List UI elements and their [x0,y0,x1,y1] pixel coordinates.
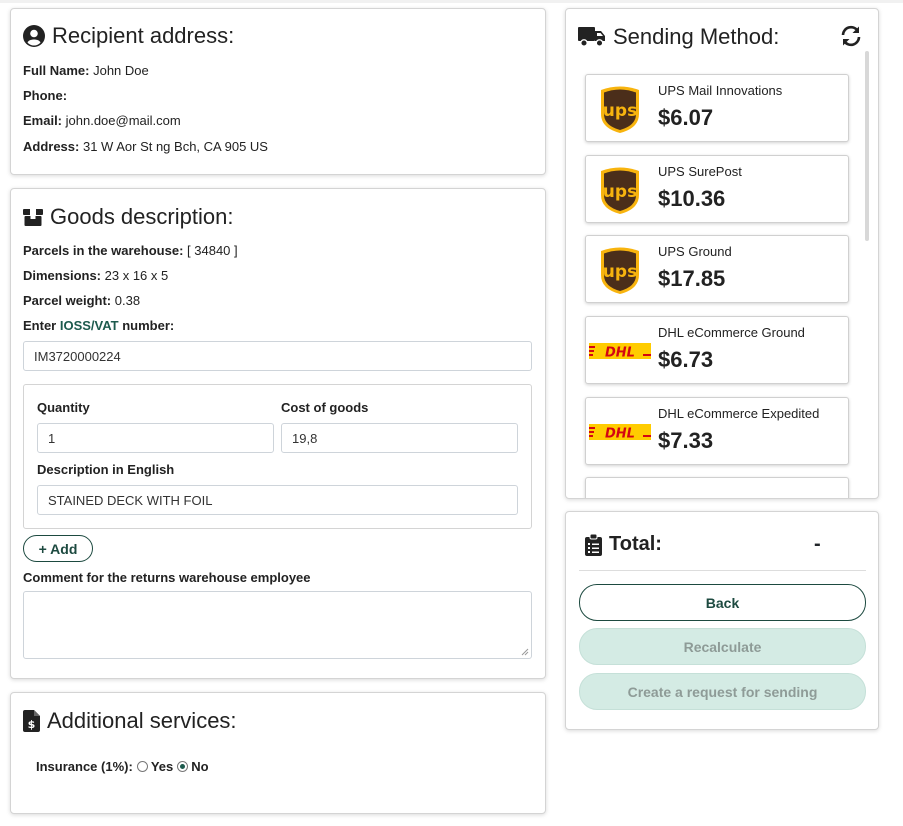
sending-method-card: Sending Method: ups UPS Mail Innovations… [565,8,879,499]
ioss-vat-input[interactable]: IM3720000224 [23,341,532,371]
shipping-option-price: $10.36 [658,186,726,211]
user-circle-icon [23,25,45,47]
shipping-option-ups-surepost[interactable]: ups UPS SurePost $10.36 [585,155,849,223]
shipping-option-ups-mail-innovations[interactable]: ups UPS Mail Innovations $6.07 [585,74,849,142]
shipping-option-name: DHL eCommerce Ground [658,325,805,340]
svg-text:ups: ups [603,101,637,121]
shipping-option-partial[interactable] [585,477,849,498]
cost-label: Cost of goods [281,400,369,415]
add-item-button[interactable]: + Add [23,535,93,562]
sending-title: Sending Method: [578,24,779,50]
shipping-option-price: $6.07 [658,105,714,130]
ups-logo-icon: ups [588,83,652,135]
total-divider [579,570,866,571]
cost-input[interactable]: 19,8 [281,423,518,453]
svg-text:ups: ups [603,262,637,282]
quantity-input[interactable]: 1 [37,423,274,453]
phone-row: Phone: [23,88,68,103]
back-button[interactable]: Back [579,584,866,621]
goods-card: Goods description: Parcels in the wareho… [10,188,546,679]
comment-label: Comment for the returns warehouse employ… [23,570,311,585]
address-value: 31 W Aor St ng Bch, CA 905 US [82,139,268,154]
dhl-logo-icon: DHL [588,406,652,458]
comment-textarea[interactable] [23,591,532,659]
top-border [0,0,903,3]
insurance-row: Insurance (1%): Yes No [36,759,209,774]
recipient-title: Recipient address: [23,23,234,49]
resize-handle-icon[interactable] [521,648,529,656]
address-row: Address: 31 W Aor St ng Bch, CA 905 US [23,139,268,154]
goods-title: Goods description: [23,204,233,230]
services-title: $ Additional services: [23,708,237,734]
goods-item-box: Quantity Cost of goods 1 19,8 Descriptio… [23,384,532,529]
svg-text:DHL: DHL [605,346,635,360]
svg-text:ups: ups [603,182,637,202]
insurance-yes-radio[interactable] [136,761,148,772]
dimensions-value: 23 x 16 x 5 [104,268,169,283]
recipient-card: Recipient address: Full Name: John Doe P… [10,8,546,175]
email-row: Email: john.doe@mail.com [23,113,181,128]
shipping-option-name: UPS Mail Innovations [658,83,783,98]
shipping-option-price: $17.85 [658,266,726,291]
insurance-no-radio[interactable] [177,761,189,772]
shipping-list-scrollbar[interactable] [865,51,869,241]
email-value: john.doe@mail.com [65,113,181,128]
shipping-option-price: $6.73 [658,347,714,372]
weight-row: Parcel weight: 0.38 [23,293,141,308]
ups-logo-icon: ups [588,244,652,296]
shipping-option-name: UPS SurePost [658,164,742,179]
weight-value: 0.38 [114,293,141,308]
services-card: $ Additional services: Insurance (1%): Ye… [10,692,546,814]
total-card: Total: - Back Recalculate Create a reque… [565,511,879,730]
ups-logo-icon: ups [588,164,652,216]
parcels-value: [ 34840 ] [187,243,238,258]
shipping-option-dhl-ecommerce-ground[interactable]: DHL DHL eCommerce Ground $6.73 [585,316,849,384]
truck-icon [578,27,605,47]
total-title: Total: [585,533,662,556]
total-value: - [814,533,821,555]
refresh-icon[interactable] [840,25,862,47]
quantity-label: Quantity [37,400,90,415]
dhl-logo-icon: DHL [588,325,652,377]
description-label: Description in English [37,462,175,477]
svg-text:$: $ [28,718,36,731]
box-icon [23,209,43,226]
shipping-option-name: UPS Ground [658,244,732,259]
svg-text:DHL: DHL [605,427,635,441]
full-name-value: John Doe [93,63,149,78]
shipping-option-name: DHL eCommerce Expedited [658,406,820,421]
shipping-option-dhl-ecommerce-expedited[interactable]: DHL DHL eCommerce Expedited $7.33 [585,397,849,465]
create-request-button[interactable]: Create a request for sending [579,673,866,710]
full-name-row: Full Name: John Doe [23,63,149,78]
parcels-row: Parcels in the warehouse: [ 34840 ] [23,243,238,258]
insurance-no-label[interactable]: No [191,759,208,774]
recalculate-button[interactable]: Recalculate [579,628,866,665]
clipboard-icon [585,533,602,556]
shipping-option-price: $7.33 [658,428,714,453]
insurance-yes-label[interactable]: Yes [151,759,173,774]
ioss-label: Enter IOSS/VAT number: [23,318,175,333]
dimensions-row: Dimensions: 23 x 16 x 5 [23,268,169,283]
shipping-option-ups-ground[interactable]: ups UPS Ground $17.85 [585,235,849,303]
dollar-file-icon: $ [23,710,40,732]
ioss-vat-link[interactable]: IOSS/VAT [60,318,119,333]
description-input[interactable]: STAINED DECK WITH FOIL [37,485,518,515]
